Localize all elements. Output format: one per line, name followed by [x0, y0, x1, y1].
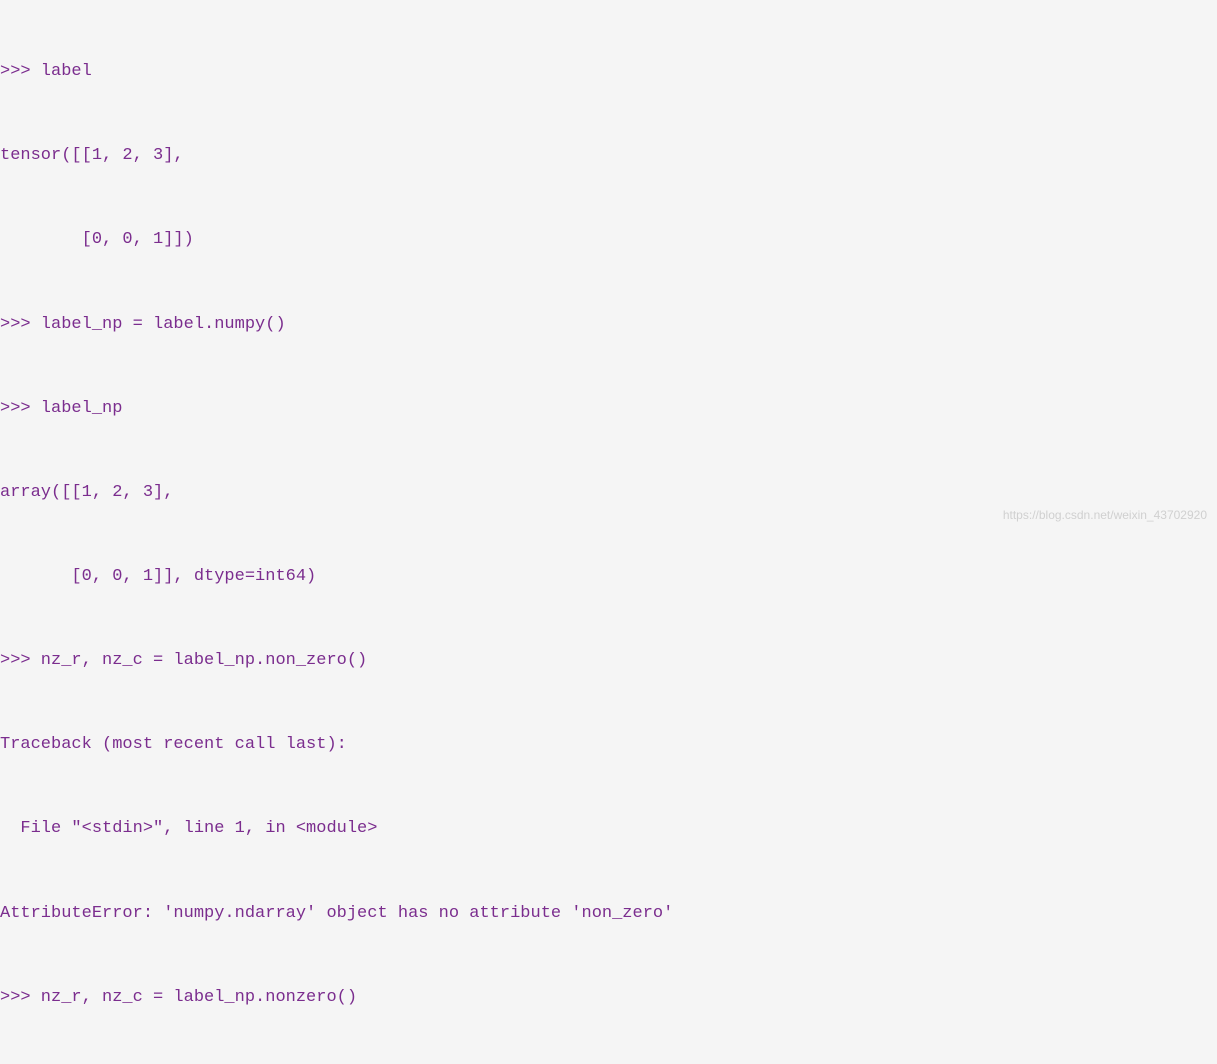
- code-line: [0, 0, 1]]): [0, 226, 1217, 254]
- code-line: >>> nz_r, nz_c = label_np.non_zero(): [0, 647, 1217, 675]
- code-line: array([[1, 2, 3],: [0, 479, 1217, 507]
- code-line: [0, 0, 1]], dtype=int64): [0, 563, 1217, 591]
- watermark-text: https://blog.csdn.net/weixin_43702920: [1003, 506, 1207, 526]
- code-line: >>> label: [0, 58, 1217, 86]
- code-line: File "<stdin>", line 1, in <module>: [0, 815, 1217, 843]
- code-line: AttributeError: 'numpy.ndarray' object h…: [0, 900, 1217, 928]
- code-line: >>> label_np: [0, 395, 1217, 423]
- code-line: >>> label_np = label.numpy(): [0, 311, 1217, 339]
- terminal-output: >>> label tensor([[1, 2, 3], [0, 0, 1]])…: [0, 2, 1217, 1064]
- code-line: tensor([[1, 2, 3],: [0, 142, 1217, 170]
- code-line: Traceback (most recent call last):: [0, 731, 1217, 759]
- code-line: >>> nz_r, nz_c = label_np.nonzero(): [0, 984, 1217, 1012]
